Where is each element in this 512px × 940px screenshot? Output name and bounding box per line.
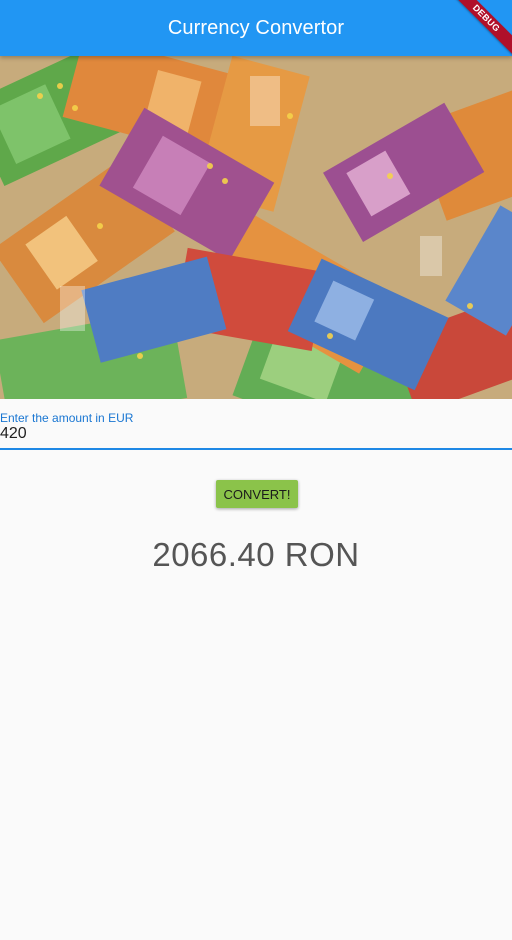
amount-input[interactable]	[0, 424, 500, 444]
app-title: Currency Convertor	[167, 16, 345, 39]
conversion-result: 2066.40 RON	[152, 536, 360, 573]
banknotes-image	[0, 56, 512, 399]
app-screen: Currency Convertor DEBUG Enter the amoun…	[0, 0, 512, 940]
amount-field-underline	[0, 448, 512, 450]
convert-button[interactable]: CONVERT!	[216, 480, 298, 508]
app-bar: Currency Convertor	[0, 0, 512, 56]
amount-field[interactable]: Enter the amount in EUR	[0, 399, 512, 451]
amount-field-label: Enter the amount in EUR	[0, 411, 134, 425]
